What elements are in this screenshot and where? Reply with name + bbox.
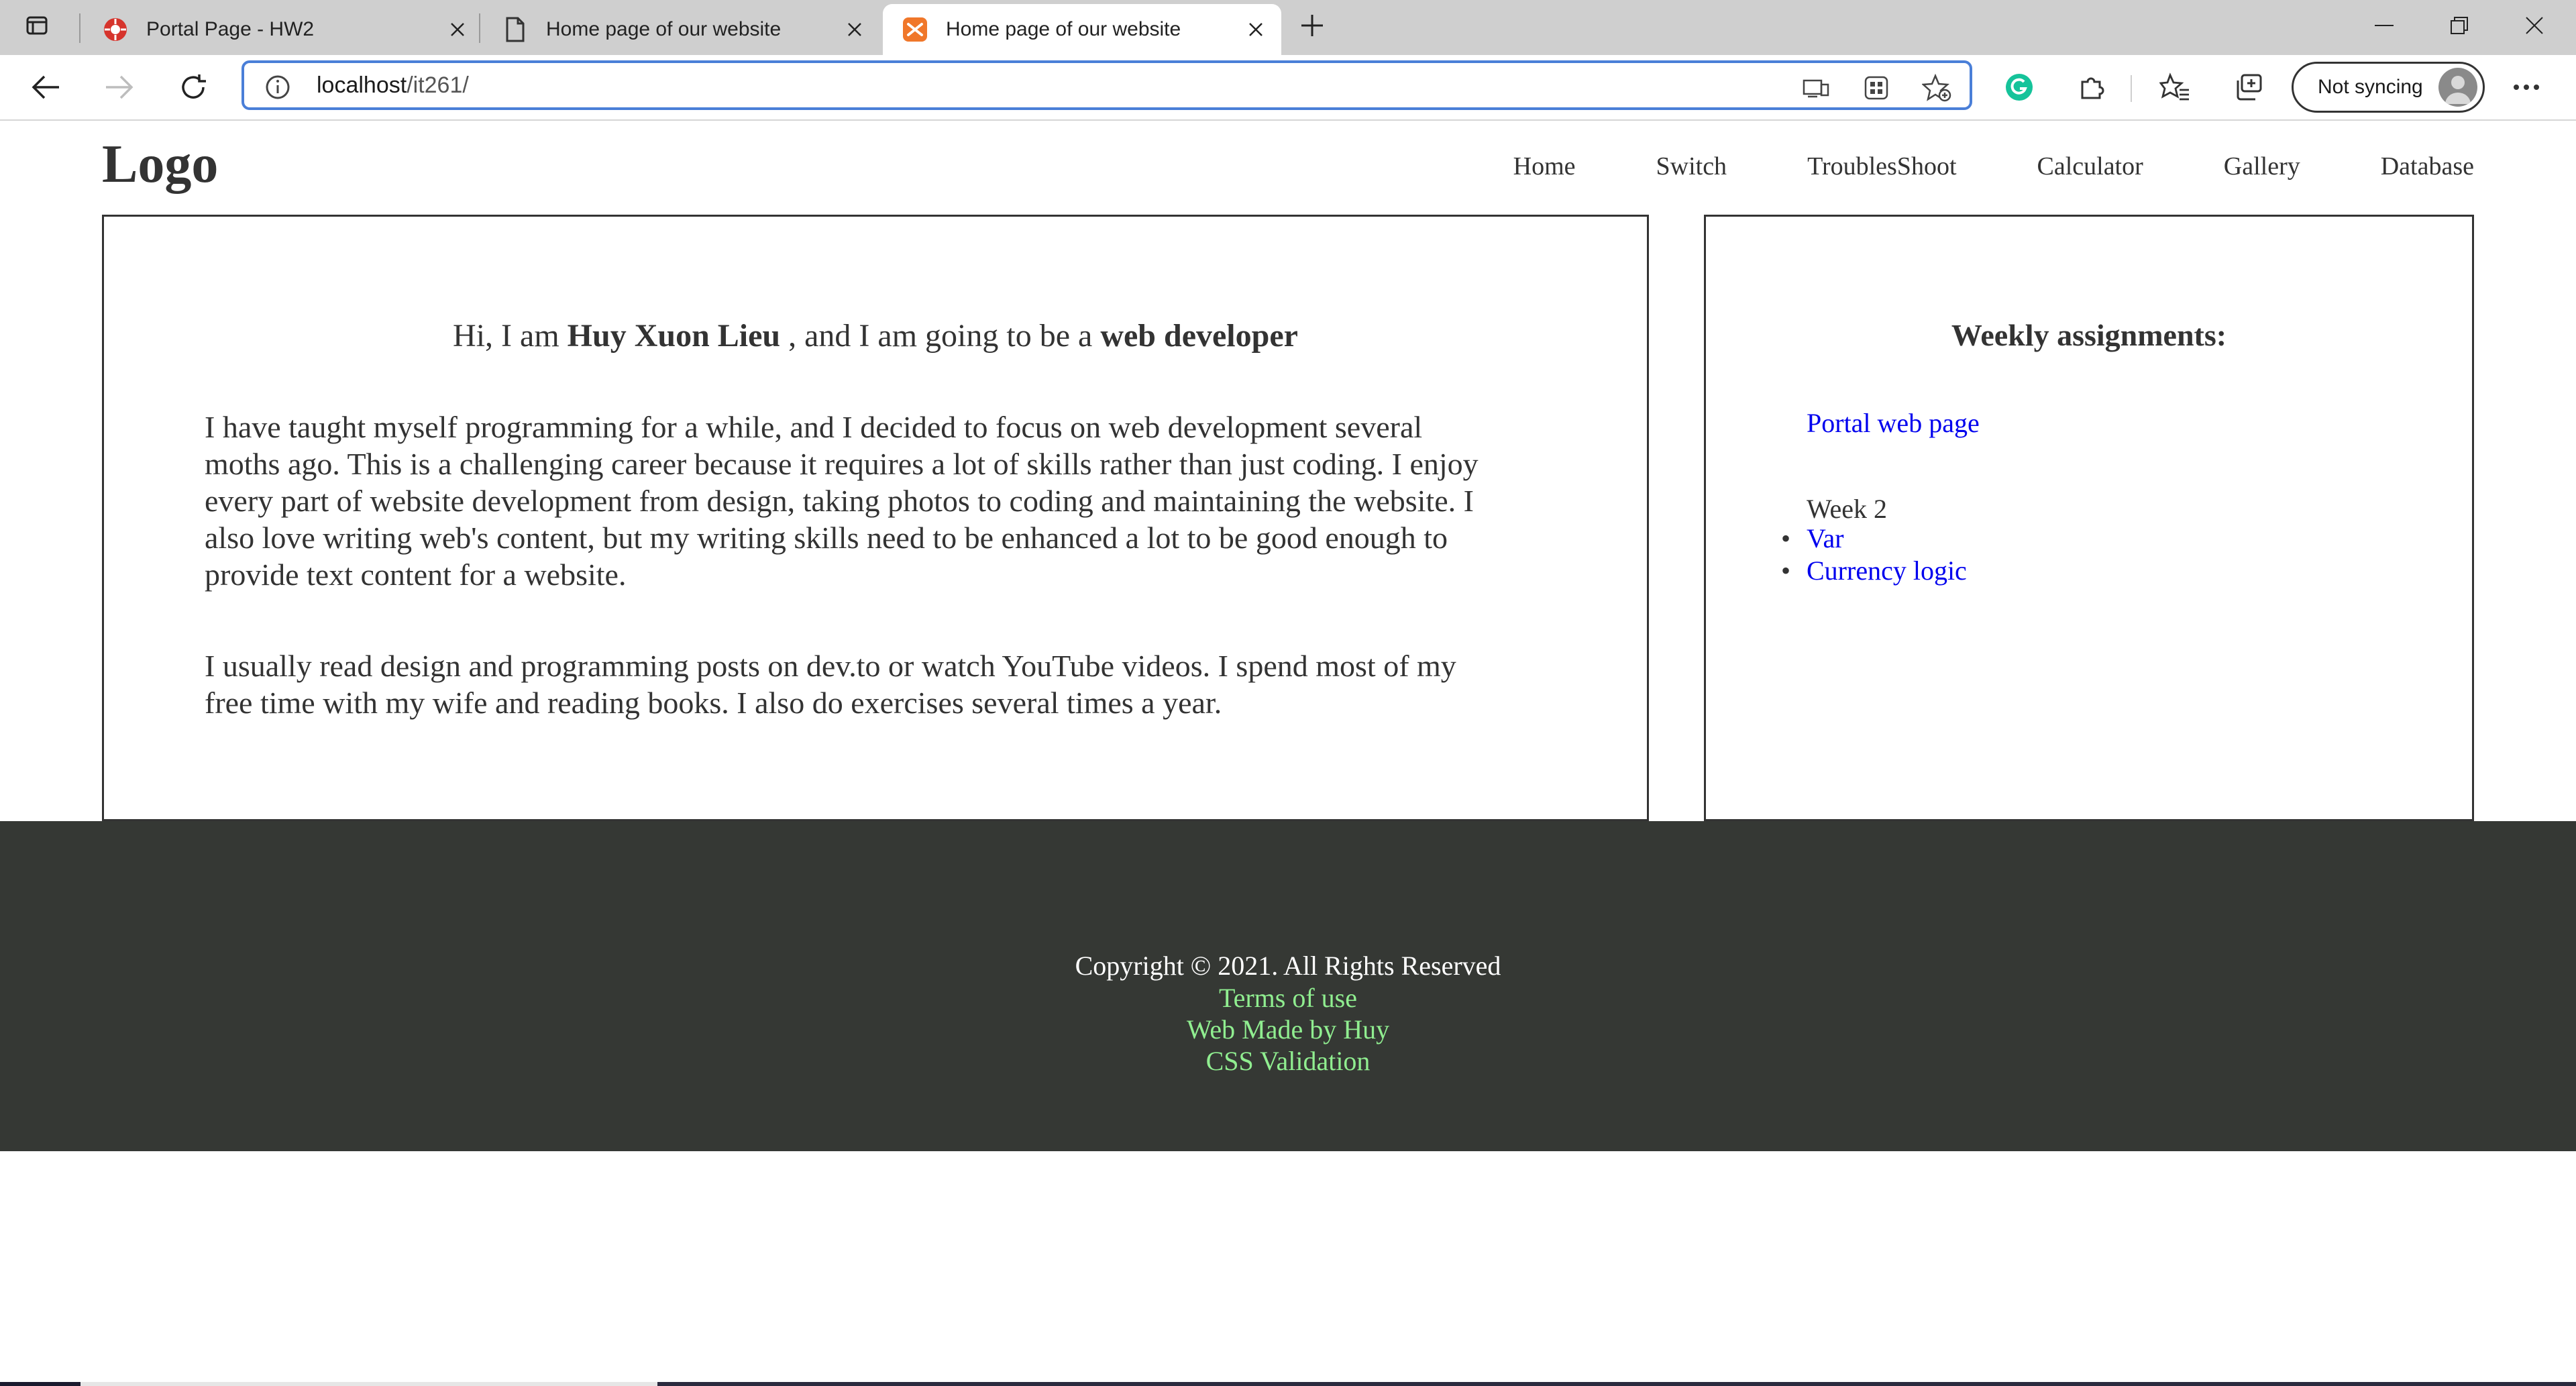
tab-title: Home page of our website: [546, 18, 782, 40]
intro-prefix: Hi, I am: [453, 318, 568, 354]
portal-link[interactable]: Portal web page: [1807, 407, 1980, 439]
taskbar-segment: [0, 1382, 80, 1386]
footer-link-author[interactable]: Web Made by Huy: [0, 1014, 2576, 1045]
forward-icon[interactable]: [99, 67, 140, 107]
tab-home-page-active[interactable]: Home page of our website: [883, 4, 1281, 55]
week-label: Week 2: [1807, 494, 1888, 524]
app-available-icon[interactable]: [1801, 72, 1831, 103]
assignment-link-var[interactable]: Var: [1807, 523, 1844, 553]
sidebar: Weekly assignments: Portal web page Week…: [1704, 215, 2474, 821]
minimize-icon[interactable]: [2347, 0, 2422, 51]
nav-switch[interactable]: Switch: [1656, 152, 1727, 181]
close-icon[interactable]: [841, 16, 868, 43]
browser-toolbar: localhost/it261/ Not syncing: [0, 55, 2576, 121]
site-footer: Copyright © 2021. All Rights Reserved Te…: [0, 821, 2576, 1151]
taskbar-edge: [0, 1382, 2576, 1386]
list-item[interactable]: • Var: [1781, 523, 1967, 555]
site-logo[interactable]: Logo: [102, 134, 218, 195]
extensions-icon[interactable]: [2074, 70, 2109, 105]
intro-role: web developer: [1100, 318, 1298, 354]
paragraph-line: also love writing web's content, but my …: [205, 521, 1448, 555]
sidebar-title: Weekly assignments:: [1951, 318, 2227, 352]
tab-separator: [79, 13, 80, 43]
footer-links: Terms of use Web Made by Huy CSS Validat…: [0, 982, 2576, 1077]
xampp-icon: [902, 16, 928, 43]
avatar: [2438, 68, 2477, 107]
paragraph-line: provide text content for a website.: [205, 557, 627, 592]
add-favorite-icon[interactable]: [1921, 72, 1952, 103]
url-host: localhost: [317, 72, 407, 98]
sync-button[interactable]: Not syncing: [2292, 62, 2485, 113]
refresh-icon[interactable]: [173, 67, 213, 107]
close-icon[interactable]: [444, 16, 471, 43]
sync-label: Not syncing: [2318, 76, 2423, 98]
main-content: Hi, I am Huy Xuon Lieu , and I am going …: [102, 215, 1649, 821]
assignment-link-currency[interactable]: Currency logic: [1807, 555, 1967, 586]
taskbar-segment: [657, 1382, 2576, 1386]
nav-database[interactable]: Database: [2381, 152, 2474, 181]
collections-icon[interactable]: [2231, 70, 2266, 105]
back-icon[interactable]: [25, 67, 66, 107]
nav-gallery[interactable]: Gallery: [2224, 152, 2300, 181]
about-paragraph-2: I usually read design and programming po…: [205, 647, 1654, 721]
tab-home-page[interactable]: Home page of our website: [483, 4, 880, 55]
bullet-icon: •: [1781, 523, 1791, 553]
nav-troubleshoot[interactable]: TroublesShoot: [1807, 152, 1956, 181]
nav-calculator[interactable]: Calculator: [2037, 152, 2143, 181]
tab-separator: [479, 13, 480, 43]
paragraph-line: I have taught myself programming for a w…: [205, 410, 1423, 444]
paragraph-line: I usually read design and programming po…: [205, 649, 1456, 683]
favorites-icon[interactable]: [2157, 70, 2192, 105]
restore-icon[interactable]: [2422, 0, 2497, 51]
footer-link-terms[interactable]: Terms of use: [0, 982, 2576, 1014]
about-paragraph-1: I have taught myself programming for a w…: [205, 409, 1654, 593]
paragraph-line: free time with my wife and reading books…: [205, 686, 1222, 720]
toolbar-separator: [2131, 75, 2132, 102]
info-icon[interactable]: [264, 74, 291, 104]
close-window-icon[interactable]: [2497, 0, 2572, 51]
tab-title: Portal Page - HW2: [146, 18, 315, 40]
portal-icon: [102, 16, 129, 43]
new-tab-icon[interactable]: [1292, 0, 1332, 51]
nav-home[interactable]: Home: [1513, 152, 1576, 181]
close-icon[interactable]: [1242, 16, 1269, 43]
tab-strip: Portal Page - HW2 Home page of our websi…: [0, 0, 2576, 55]
paragraph-line: every part of website development from d…: [205, 484, 1474, 518]
url-path: /it261/: [407, 72, 469, 98]
address-bar[interactable]: localhost/it261/: [241, 60, 1972, 110]
footer-link-css-validation[interactable]: CSS Validation: [0, 1045, 2576, 1077]
more-options-icon[interactable]: [2509, 70, 2544, 105]
tab-actions-icon[interactable]: [0, 0, 74, 51]
paragraph-line: moths ago. This is a challenging career …: [205, 447, 1479, 481]
intro-heading: Hi, I am Huy Xuon Lieu , and I am going …: [104, 317, 1647, 354]
site-nav: Home Switch TroublesShoot Calculator Gal…: [1433, 152, 2474, 181]
address-url[interactable]: localhost/it261/: [317, 72, 469, 99]
intro-name: Huy Xuon Lieu: [567, 318, 781, 354]
page-icon: [502, 16, 529, 43]
intro-middle: , and I am going to be a: [780, 318, 1101, 354]
list-item[interactable]: • Currency logic: [1781, 555, 1967, 587]
qr-code-icon[interactable]: [1861, 72, 1892, 103]
bullet-icon: •: [1781, 555, 1791, 586]
tab-title: Home page of our website: [946, 18, 1181, 40]
assignment-list: • Var • Currency logic: [1781, 523, 1967, 587]
tab-portal-page[interactable]: Portal Page - HW2: [83, 4, 483, 55]
copyright-text: Copyright © 2021. All Rights Reserved: [1075, 951, 1501, 981]
grammarly-icon[interactable]: [2002, 70, 2037, 105]
web-page: Logo Home Switch TroublesShoot Calculato…: [0, 121, 2576, 1386]
